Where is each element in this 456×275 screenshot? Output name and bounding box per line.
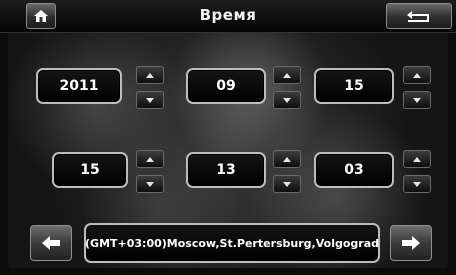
arrow-down-icon — [413, 181, 421, 187]
title-bar: Время — [0, 0, 456, 33]
second-down-button[interactable] — [403, 175, 431, 193]
month-down-button[interactable] — [273, 91, 301, 109]
year-up-button[interactable] — [136, 66, 164, 84]
arrow-right-icon — [402, 236, 420, 250]
arrow-up-icon — [283, 72, 291, 78]
timezone-next-button[interactable] — [390, 225, 432, 261]
arrow-up-icon — [146, 72, 154, 78]
hour-down-button[interactable] — [136, 175, 164, 193]
year-down-button[interactable] — [136, 91, 164, 109]
year-field[interactable]: 2011 — [36, 68, 122, 104]
minute-field[interactable]: 13 — [186, 152, 266, 188]
arrow-up-icon — [146, 156, 154, 162]
arrow-up-icon — [413, 72, 421, 78]
day-field[interactable]: 15 — [314, 68, 394, 104]
timezone-prev-button[interactable] — [30, 225, 72, 261]
arrow-down-icon — [146, 97, 154, 103]
return-button[interactable] — [386, 3, 452, 29]
second-field[interactable]: 03 — [314, 152, 394, 188]
day-down-button[interactable] — [403, 91, 431, 109]
arrow-down-icon — [283, 181, 291, 187]
arrow-up-icon — [413, 156, 421, 162]
minute-up-button[interactable] — [273, 150, 301, 168]
hour-field[interactable]: 15 — [52, 152, 128, 188]
arrow-down-icon — [146, 181, 154, 187]
minute-down-button[interactable] — [273, 175, 301, 193]
second-up-button[interactable] — [403, 150, 431, 168]
arrow-down-icon — [283, 97, 291, 103]
day-up-button[interactable] — [403, 66, 431, 84]
arrow-left-icon — [42, 236, 60, 250]
month-up-button[interactable] — [273, 66, 301, 84]
hour-up-button[interactable] — [136, 150, 164, 168]
timezone-display: (GMT+03:00)Moscow,St.Pertersburg,Volgogr… — [84, 223, 380, 263]
arrow-down-icon — [413, 97, 421, 103]
arrow-up-icon — [283, 156, 291, 162]
return-icon — [407, 11, 429, 22]
month-field[interactable]: 09 — [186, 68, 266, 104]
